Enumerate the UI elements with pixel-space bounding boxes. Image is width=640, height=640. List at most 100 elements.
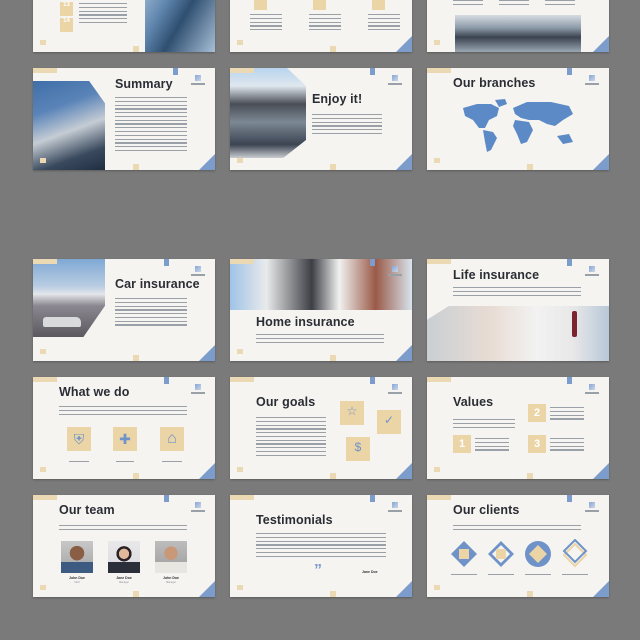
- skyscraper-photo: [145, 0, 215, 52]
- member-role: Manager: [166, 581, 176, 584]
- decor-tan: [230, 495, 254, 500]
- plus-icon: ✚: [113, 427, 137, 451]
- decor-blue: [173, 68, 178, 75]
- body-text: [309, 14, 341, 33]
- slide-title: Enjoy it!: [312, 92, 363, 106]
- slide-life[interactable]: Life insurance: [427, 259, 609, 361]
- page-number: [434, 467, 440, 472]
- team-photo: [155, 541, 187, 573]
- check-icon: ✓: [377, 410, 401, 434]
- slide-title: Our team: [59, 503, 115, 517]
- body-text: [550, 407, 584, 422]
- building-logo-icon: [589, 502, 595, 508]
- slide-title: Values: [453, 395, 494, 409]
- body-text: [256, 533, 386, 559]
- slide-enjoy[interactable]: Enjoy it!: [230, 68, 412, 170]
- member-name: Jane Doe: [116, 576, 132, 580]
- building-logo-icon: [589, 266, 595, 272]
- stethoscope-shape: [572, 311, 577, 337]
- decor-corner: [199, 463, 215, 479]
- member-name: John Doe: [69, 576, 85, 580]
- body-text: [550, 438, 584, 453]
- brand-logo: [585, 266, 599, 276]
- building-logo-icon: [392, 384, 398, 390]
- slide-home[interactable]: Home insurance: [230, 259, 412, 361]
- body-text: [453, 419, 515, 430]
- decor-tan: [230, 68, 254, 73]
- page-number: [237, 40, 243, 45]
- decor-corner: [593, 463, 609, 479]
- slide-goals[interactable]: Our goals ☆ ✓ $: [230, 377, 412, 479]
- slide-whatwedo[interactable]: What we do ⛨ ✚ ⌂: [33, 377, 215, 479]
- slide-title: Our branches: [453, 76, 536, 90]
- page-number: [434, 158, 440, 163]
- body-text: [59, 406, 187, 417]
- building-logo-icon: [589, 384, 595, 390]
- building-photo: [33, 81, 105, 170]
- building-logo-icon: [195, 384, 201, 390]
- decor-tan: [133, 473, 139, 479]
- shield-icon: ⛨: [67, 427, 91, 451]
- decor-corner: [199, 581, 215, 597]
- brand-logo: [585, 75, 599, 85]
- decor-tan: [230, 377, 254, 382]
- decor-tan: [230, 259, 254, 264]
- client-logo: [525, 541, 551, 567]
- timeline-number: 14: [63, 18, 70, 24]
- house-photo: [455, 15, 581, 52]
- timeline-badge: 13: [60, 2, 73, 16]
- slide-three-steps[interactable]: [230, 0, 412, 52]
- slide-title: Life insurance: [453, 268, 540, 282]
- page-number: [40, 158, 46, 163]
- decor-tan: [133, 46, 139, 52]
- decor-tan: [33, 495, 57, 500]
- slide-clients[interactable]: Our clients: [427, 495, 609, 597]
- decor-tan: [527, 164, 533, 170]
- body-text: [256, 417, 326, 459]
- slide-branches[interactable]: Our branches: [427, 68, 609, 170]
- quote-icon: ”: [314, 562, 322, 579]
- decor-tan: [330, 164, 336, 170]
- house-photo: [230, 259, 412, 310]
- slide-testimonials[interactable]: Testimonials ” Jane Doe: [230, 495, 412, 597]
- decor-blue: [370, 377, 375, 384]
- decor-blue: [370, 68, 375, 75]
- page-number: [434, 585, 440, 590]
- map-africa: [513, 120, 533, 144]
- decor-blue: [567, 68, 572, 75]
- slide-title: Summary: [115, 77, 173, 91]
- member-role: Manager: [119, 581, 129, 584]
- slide-team[interactable]: Our team John Doe Jane Doe John Doe CEO …: [33, 495, 215, 597]
- decor-corner: [396, 345, 412, 361]
- body-text: [115, 97, 187, 154]
- value-number: 2: [528, 404, 546, 422]
- slide-values[interactable]: Values 2 1 3: [427, 377, 609, 479]
- slide-title: Car insurance: [115, 277, 200, 291]
- decor-tan: [33, 259, 57, 264]
- brand-logo: [191, 266, 205, 276]
- brand-logo: [388, 384, 402, 394]
- decor-tan: [527, 473, 533, 479]
- timeline-badge: 14: [60, 18, 73, 32]
- building-logo-icon: [195, 266, 201, 272]
- decor-blue: [370, 495, 375, 502]
- step-badge: [372, 0, 385, 10]
- slide-three-columns-photo[interactable]: [427, 0, 609, 52]
- body-text: [453, 525, 581, 533]
- brand-logo: [388, 266, 402, 276]
- slide-timeline[interactable]: 13 14: [33, 0, 215, 52]
- brand-logo: [191, 75, 205, 85]
- decor-blue: [567, 259, 572, 266]
- decor-corner: [396, 154, 412, 170]
- brand-logo: [388, 502, 402, 512]
- page-number: [40, 585, 46, 590]
- building-logo-icon: [195, 502, 201, 508]
- timeline-number: 13: [63, 2, 70, 8]
- decor-blue: [567, 495, 572, 502]
- client-label: [488, 574, 514, 576]
- client-label: [451, 574, 477, 576]
- client-label: [525, 574, 551, 576]
- slide-car[interactable]: Car insurance: [33, 259, 215, 361]
- map-south-america: [483, 130, 497, 152]
- slide-summary[interactable]: Summary: [33, 68, 215, 170]
